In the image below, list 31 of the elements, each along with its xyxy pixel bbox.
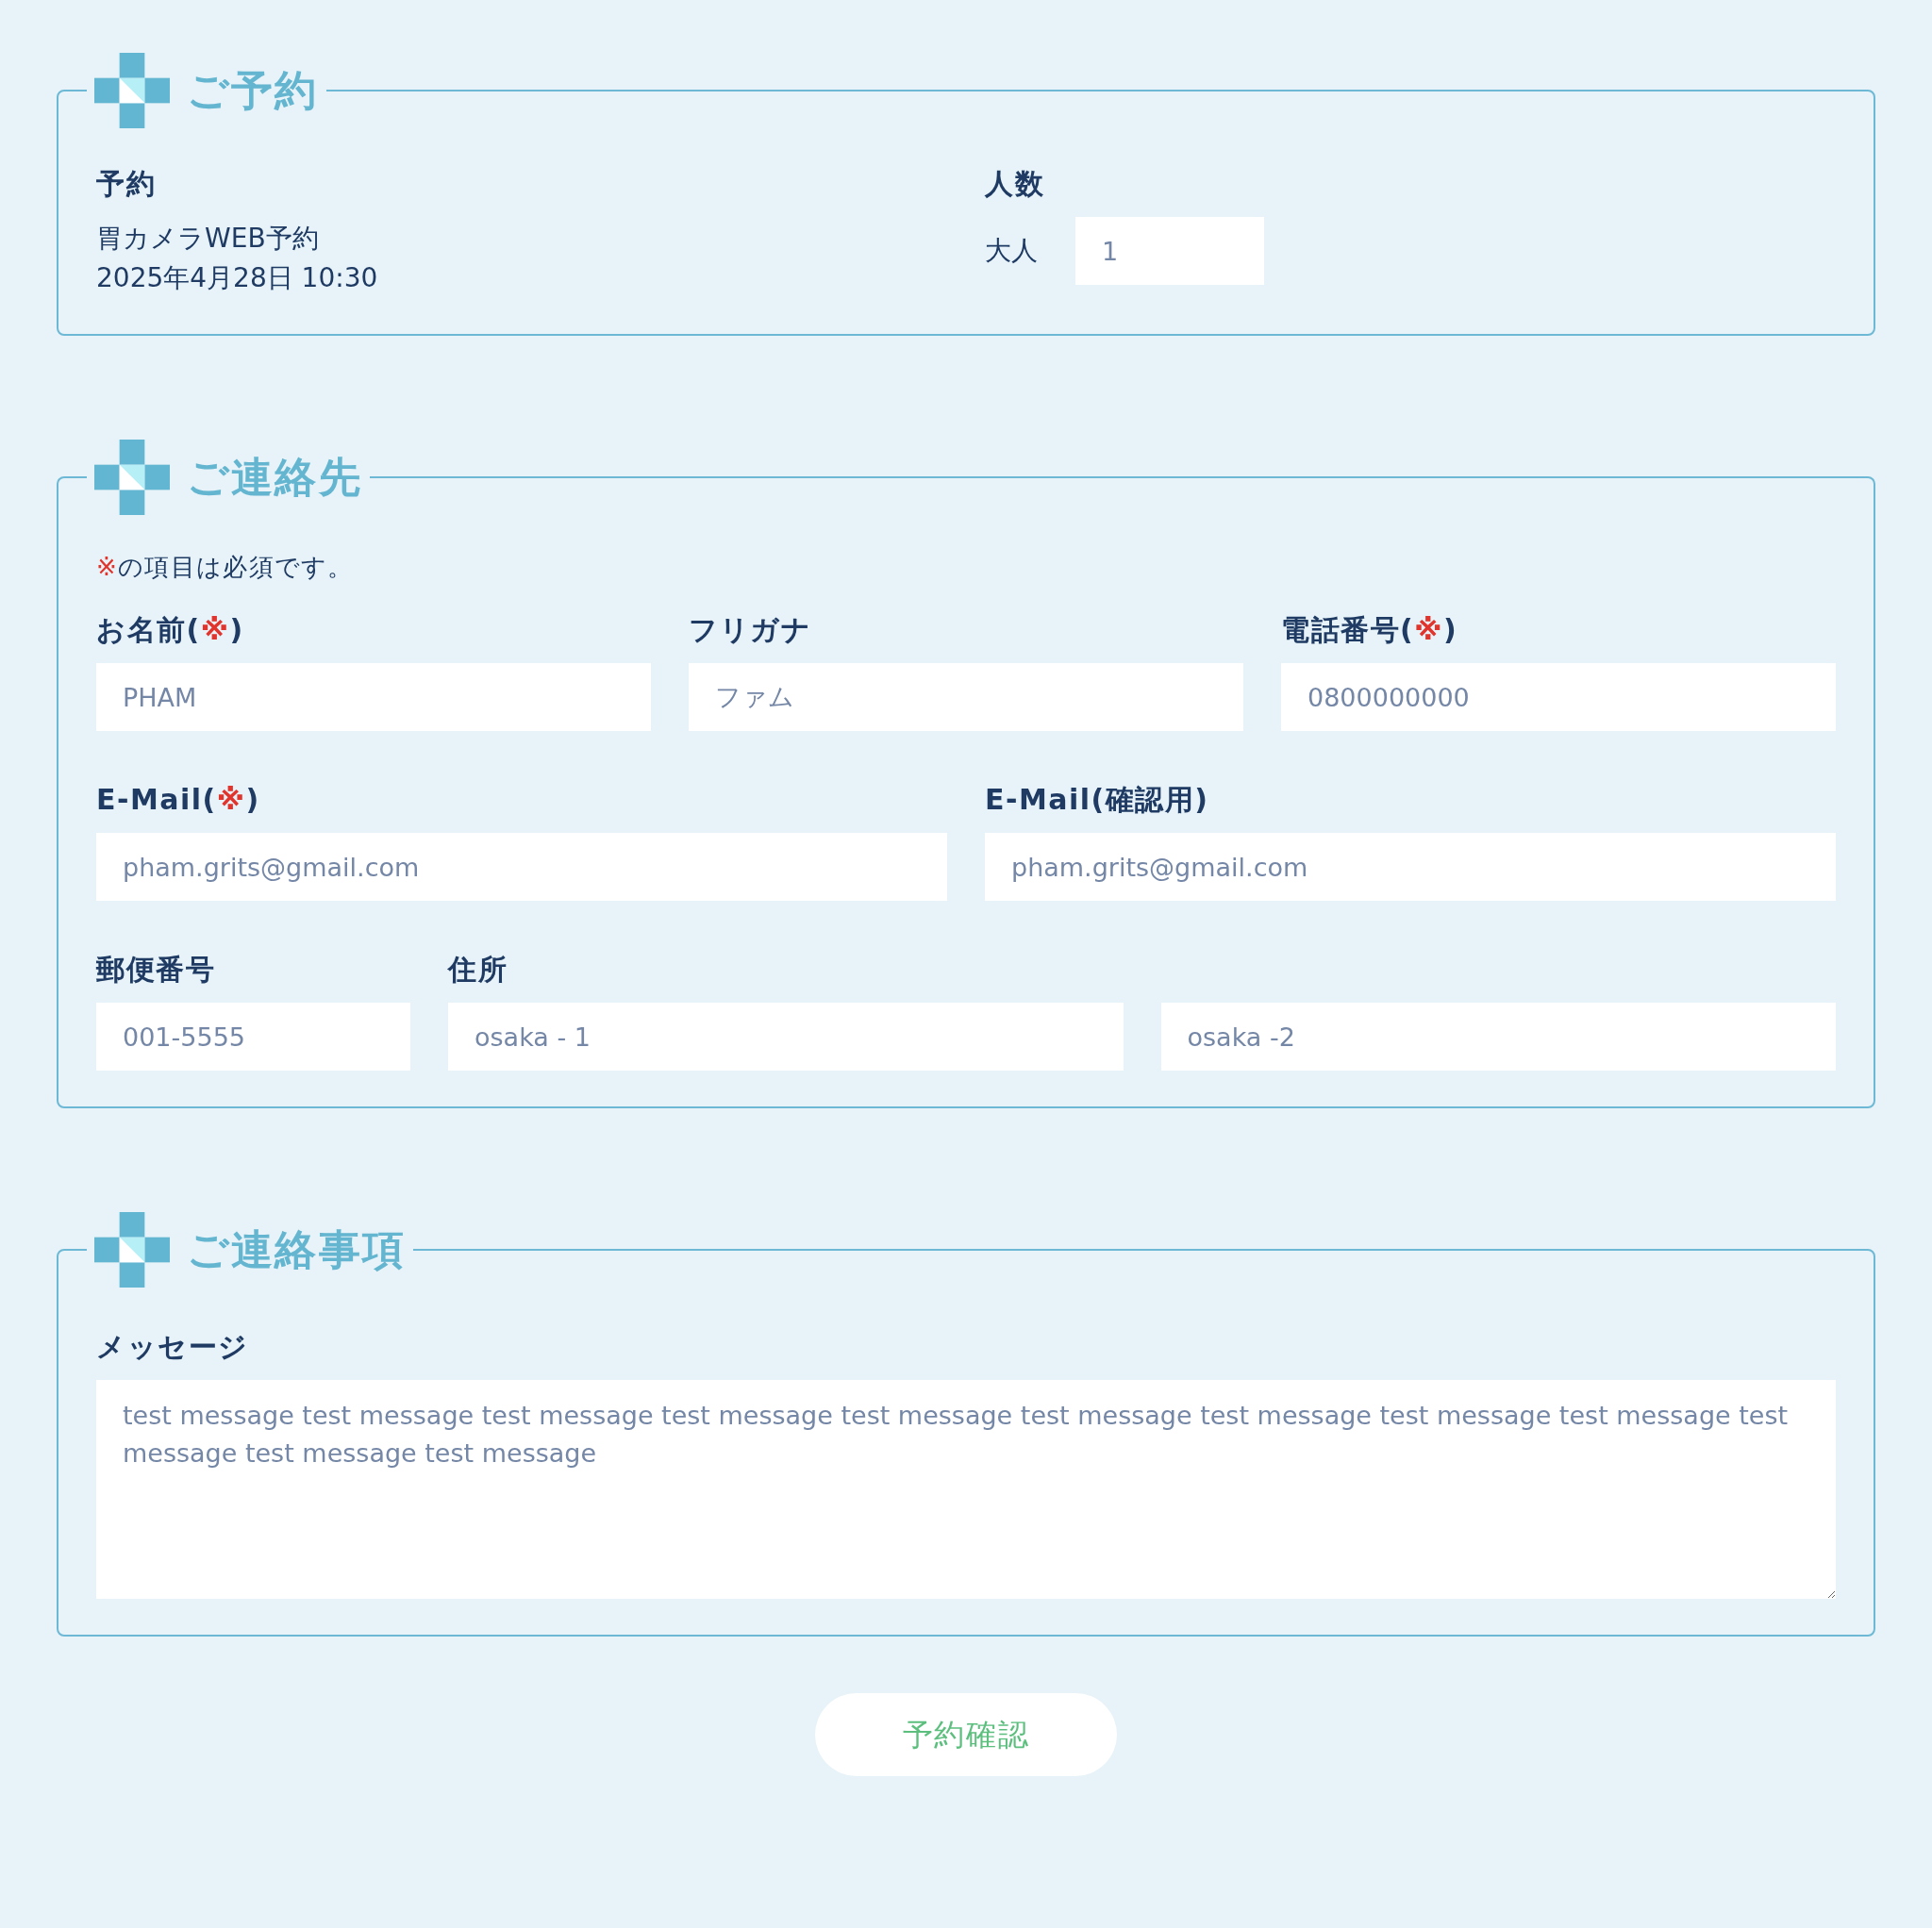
confirm-button[interactable]: 予約確認 [815,1693,1117,1776]
field-label: お名前(※) [96,616,245,644]
field-label: 住所 [448,956,508,984]
adult-label: 大人 [985,234,1038,268]
input-field[interactable]: pham.grits@gmail.com [96,833,947,901]
input-field[interactable]: ファム [689,663,1243,731]
field-label: フリガナ [689,616,812,644]
field-label: E-Mail(※) [96,786,261,814]
cross-icon [94,1212,170,1288]
cross-icon [94,53,170,128]
message-field[interactable]: test message test message test message test message test message test message test message test message test message test message test message test message [96,1380,1836,1599]
field-label: E-Mail(確認用) [985,786,1210,814]
input-field[interactable]: osaka - 1 [448,1003,1124,1071]
input-field[interactable]: 001-5555 [96,1003,410,1071]
input-field[interactable]: PHAM [96,663,651,731]
required-note: ※の項目は必須です。 [96,552,355,583]
field-label: 予約 [96,170,157,198]
field-label: 郵便番号 [96,956,216,984]
adult-count-field[interactable]: 1 [1075,217,1264,285]
section-title: ご予約 [187,65,319,116]
input-field[interactable]: osaka -2 [1160,1003,1836,1071]
section-title: ご連絡事項 [187,1224,406,1275]
section-title: ご連絡先 [187,452,362,503]
reservation-text: 胃カメラWEB予約 [96,222,320,256]
input-field[interactable]: 0800000000 [1281,663,1836,731]
field-label: 電話番号(※) [1281,616,1459,644]
field-label: 人数 [985,170,1045,198]
input-field[interactable]: pham.grits@gmail.com [985,833,1836,901]
field-label: メッセージ [96,1333,250,1361]
reservation-text: 2025年4月28日 10:30 [96,261,379,295]
cross-icon [94,440,170,515]
